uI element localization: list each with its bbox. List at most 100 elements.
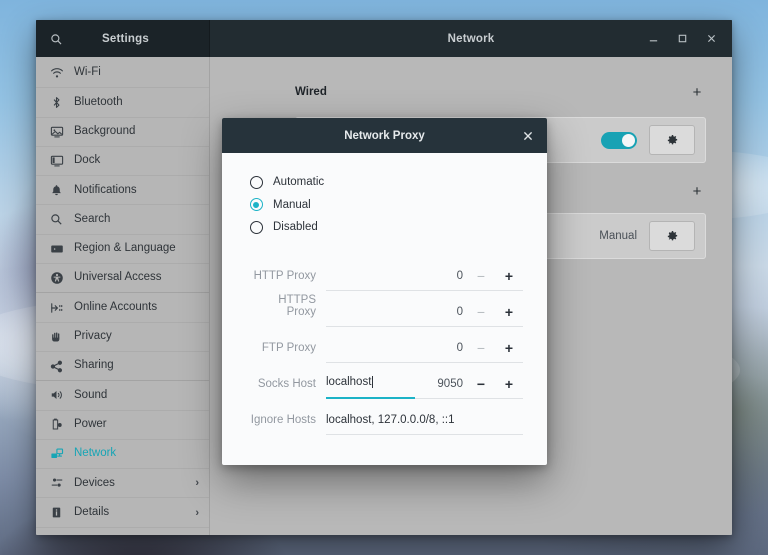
proxy-settings-button[interactable] [649, 221, 695, 251]
port-value[interactable]: 0 [423, 342, 467, 354]
port-increment-button[interactable]: + [495, 305, 523, 319]
port-increment-button[interactable]: + [495, 341, 523, 355]
ftp-proxy-host-input[interactable] [326, 334, 415, 363]
add-wired-button[interactable]: + [688, 85, 706, 100]
sound-icon [48, 388, 65, 402]
region-language-icon [48, 242, 65, 256]
search-icon [48, 213, 65, 226]
sidebar-item-label: Devices [74, 476, 115, 489]
add-connection-button[interactable]: + [688, 184, 706, 199]
wifi-icon [48, 66, 65, 80]
sidebar-item-label: Bluetooth [74, 95, 123, 108]
field-row-ftp-proxy: FTP Proxy 0 − + [246, 327, 523, 363]
socks-host-port-spinner: 9050 − + [415, 371, 523, 399]
sidebar-item-background[interactable]: Background [36, 118, 209, 147]
sidebar-item-label: Notifications [74, 183, 137, 196]
sidebar-item-label: Dock [74, 154, 101, 167]
sidebar-item-region-language[interactable]: Region & Language [36, 235, 209, 265]
port-decrement-button[interactable]: − [467, 269, 495, 283]
wired-section-title: Wired [295, 86, 327, 98]
dialog-title: Network Proxy [344, 129, 425, 142]
devices-icon [48, 476, 65, 490]
sidebar-item-notifications[interactable]: Notifications [36, 176, 209, 206]
gear-icon [667, 134, 677, 144]
radio-button-manual[interactable] [250, 198, 263, 212]
http-proxy-port-spinner: 0 − + [415, 263, 523, 291]
search-icon[interactable] [46, 29, 66, 49]
gear-icon [667, 230, 677, 240]
maximize-button[interactable] [669, 26, 695, 52]
proxy-method-radio-group: Automatic Manual Disabled [246, 171, 523, 239]
sidebar-item-label: Sound [74, 388, 108, 401]
field-label: FTP Proxy [261, 341, 316, 354]
socks-host-input[interactable]: localhost [326, 369, 415, 399]
sharing-icon [48, 360, 65, 373]
dialog-titlebar: Network Proxy [222, 118, 547, 153]
sidebar-item-details[interactable]: Details › [36, 498, 209, 528]
background-icon [48, 125, 65, 139]
radio-label: Manual [273, 198, 311, 211]
field-label: Ignore Hosts [250, 413, 316, 426]
port-decrement-button[interactable]: − [467, 377, 495, 391]
sidebar-item-wi-fi[interactable]: Wi-Fi [36, 59, 209, 89]
port-increment-button[interactable]: + [495, 269, 523, 283]
port-value[interactable]: 0 [423, 306, 467, 318]
radio-option-manual[interactable]: Manual [246, 194, 523, 217]
radio-button-automatic[interactable] [250, 175, 263, 189]
minimize-button[interactable] [640, 26, 666, 52]
sidebar-item-universal-access[interactable]: Universal Access [36, 264, 209, 294]
power-battery-icon [48, 418, 65, 431]
radio-button-disabled[interactable] [250, 220, 263, 234]
field-row-socks-host: Socks Host localhost 9050 − + [246, 363, 523, 399]
wired-settings-button[interactable] [649, 125, 695, 155]
dialog-body: Automatic Manual Disabled HTTP Proxy 0 −… [222, 153, 547, 465]
network-proxy-dialog: Network Proxy Automatic Manual Disabled … [222, 118, 547, 465]
sidebar-item-label: Privacy [74, 330, 112, 343]
text-caret [372, 376, 374, 388]
https-proxy-port-spinner: 0 − + [415, 299, 523, 327]
close-button[interactable] [698, 26, 724, 52]
universal-access-icon [48, 271, 65, 285]
sidebar-item-label: Search [74, 212, 111, 225]
window-titlebars: Settings Network [36, 20, 732, 57]
sidebar-item-search[interactable]: Search [36, 205, 209, 235]
dialog-close-button[interactable] [516, 124, 539, 147]
sidebar-item-devices[interactable]: Devices › [36, 469, 209, 499]
http-proxy-host-input[interactable] [326, 262, 415, 291]
sidebar-item-sharing[interactable]: Sharing [36, 352, 209, 382]
field-label: HTTP Proxy [253, 269, 316, 282]
bluetooth-icon [48, 96, 65, 109]
sidebar-item-online-accounts[interactable]: Online Accounts [36, 293, 209, 323]
wired-toggle-switch[interactable] [601, 131, 637, 149]
ftp-proxy-port-spinner: 0 − + [415, 335, 523, 363]
sidebar-item-sound[interactable]: Sound [36, 381, 209, 411]
port-value[interactable]: 0 [423, 270, 467, 282]
port-increment-button[interactable]: + [495, 377, 523, 391]
sidebar-item-label: Universal Access [74, 271, 162, 284]
sidebar-item-power[interactable]: Power [36, 411, 209, 440]
field-label: Socks Host [257, 377, 316, 390]
details-icon [48, 506, 65, 519]
socks-host-value: localhost [326, 376, 372, 388]
sidebar-item-label: Background [74, 124, 136, 137]
sidebar-item-label: Wi-Fi [74, 66, 101, 79]
network-icon [48, 447, 65, 461]
sidebar-item-bluetooth[interactable]: Bluetooth [36, 88, 209, 118]
window-controls [640, 20, 724, 57]
port-decrement-button[interactable]: − [467, 341, 495, 355]
privacy-hand-icon [48, 330, 65, 343]
wired-section-header: Wired + [210, 57, 732, 107]
sidebar-titlebar: Settings [36, 20, 210, 57]
bell-icon [48, 184, 65, 197]
sidebar-item-dock[interactable]: Dock [36, 147, 209, 177]
port-value[interactable]: 9050 [423, 378, 467, 390]
radio-label: Disabled [273, 221, 318, 234]
port-decrement-button[interactable]: − [467, 305, 495, 319]
radio-option-automatic[interactable]: Automatic [246, 171, 523, 194]
dialog-bottom-padding [246, 435, 523, 449]
https-proxy-host-input[interactable] [326, 298, 415, 327]
sidebar-item-network[interactable]: Network [36, 440, 209, 470]
ignore-hosts-input[interactable]: localhost, 127.0.0.0/8, ::1 [326, 407, 523, 435]
sidebar-item-privacy[interactable]: Privacy [36, 323, 209, 352]
radio-option-disabled[interactable]: Disabled [246, 216, 523, 239]
